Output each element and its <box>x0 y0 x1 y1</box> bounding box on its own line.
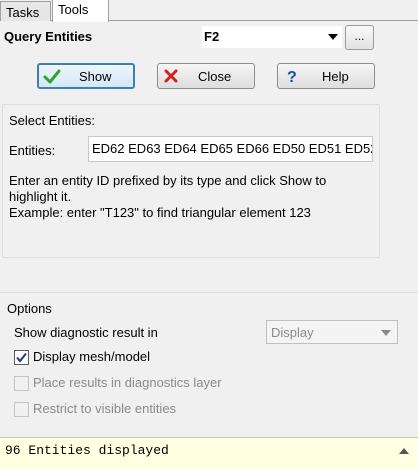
close-button-label: Close <box>198 69 232 84</box>
diagnostics-layer-label: Place results in diagnostics layer <box>33 375 222 390</box>
example-text: Example: enter "T123" to find triangular… <box>9 205 311 220</box>
browse-button[interactable]: ... <box>345 25 374 50</box>
show-button[interactable]: Show <box>37 63 135 89</box>
query-combo-value: F2 <box>204 29 220 44</box>
close-button[interactable]: Close <box>157 63 255 89</box>
chevron-down-icon <box>381 330 391 336</box>
scroll-up-icon[interactable] <box>399 448 409 454</box>
select-entities-title: Select Entities: <box>9 113 95 128</box>
diagnostic-result-value: Display <box>271 325 314 340</box>
checkmark-icon <box>43 69 61 84</box>
status-text: 96 Entities displayed <box>5 443 169 458</box>
restrict-visible-label: Restrict to visible entities <box>33 401 177 416</box>
restrict-visible-checkbox[interactable] <box>14 402 29 417</box>
instruction-text: Enter an entity ID prefixed by its type … <box>9 173 327 204</box>
query-title: Query Entities <box>4 29 93 44</box>
status-panel: 96 Entities displayed <box>0 437 418 469</box>
options-divider <box>0 292 418 293</box>
entities-label: Entities: <box>9 143 56 158</box>
tab-tasks[interactable]: Tasks <box>0 1 51 21</box>
tab-strip: Tasks Tools <box>0 0 418 22</box>
entities-input-value: ED62 ED63 ED64 ED65 ED66 ED50 ED51 ED52 <box>92 141 373 156</box>
options-title: Options <box>7 301 52 316</box>
help-button-label: Help <box>322 69 349 84</box>
chevron-down-icon[interactable] <box>328 34 338 40</box>
svg-text:?: ? <box>287 69 297 85</box>
display-mesh-label: Display mesh/model <box>33 349 151 364</box>
entities-input[interactable]: ED62 ED63 ED64 ED65 ED66 ED50 ED51 ED52 <box>88 136 373 162</box>
question-mark-icon: ? <box>287 69 297 85</box>
display-mesh-checkbox[interactable] <box>14 350 29 365</box>
diagnostics-layer-checkbox[interactable] <box>14 376 29 391</box>
help-button[interactable]: ? Help <box>277 63 375 89</box>
checkmark-icon <box>16 352 27 363</box>
tab-tools[interactable]: Tools <box>52 0 109 22</box>
diagnostic-result-label: Show diagnostic result in <box>14 325 158 340</box>
query-combo[interactable]: F2 <box>202 26 342 48</box>
show-button-label: Show <box>79 69 112 84</box>
diagnostic-result-select[interactable]: Display <box>266 320 398 344</box>
close-icon <box>164 69 178 83</box>
